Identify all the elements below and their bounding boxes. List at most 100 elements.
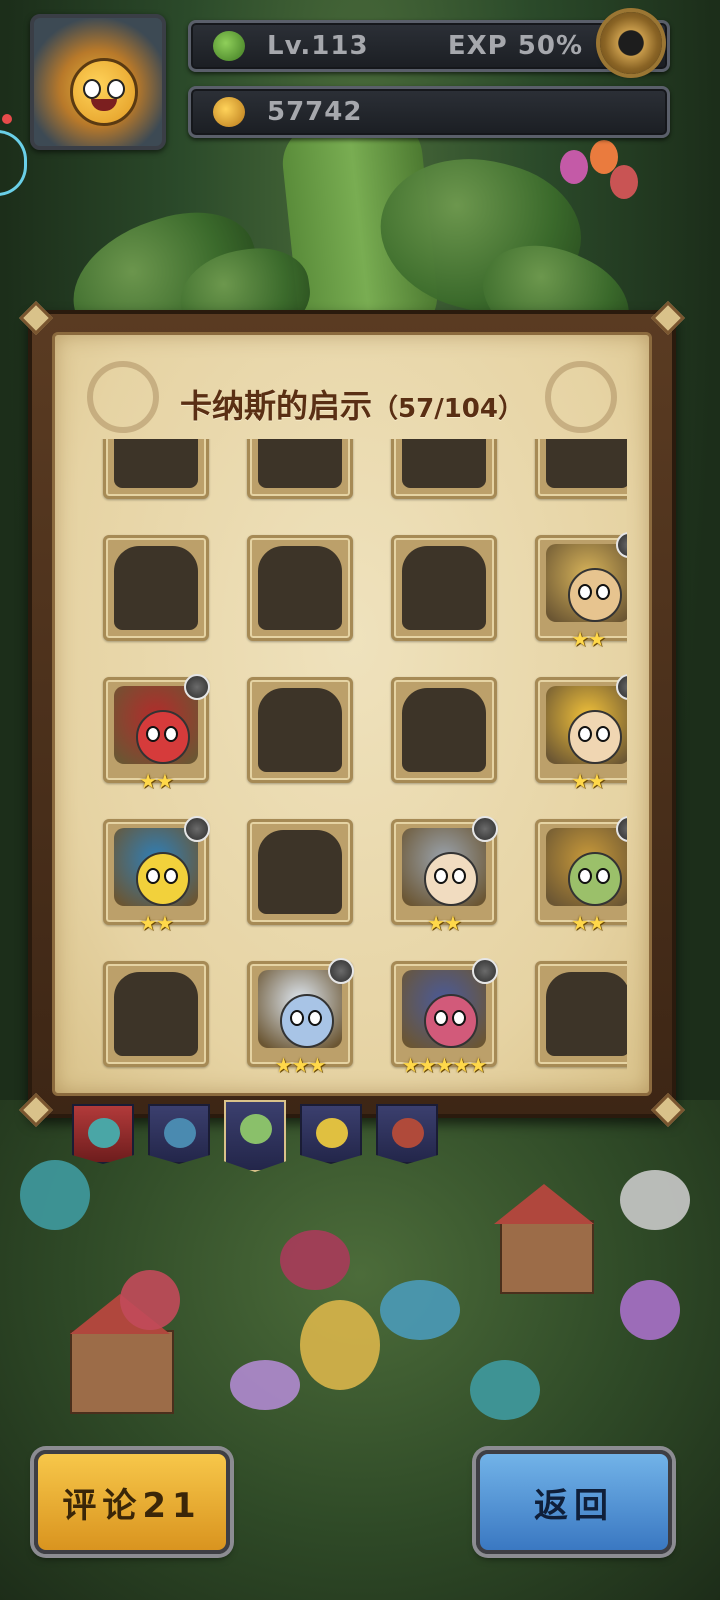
exp-label: EXP 50% [447,31,583,61]
collection-grid[interactable]: ★★ ★★ ★★ ★★ ★★ ★★ ★★★ ★★★★★ [91,439,627,1079]
monster-silhouette [402,546,486,630]
star-rating: ★★★★★ [401,1053,488,1077]
monster-card[interactable]: ★★ [535,816,627,934]
monster-silhouette [258,546,342,630]
monster [620,1280,680,1340]
monster-portrait [114,686,198,764]
parchment: 卡纳斯的启示（57/104） ★★ ★★ ★★ ★★ ★★ ★★ ★★★ ★★★★★ [52,332,652,1096]
locked-monster-slot[interactable] [103,961,209,1067]
monster-silhouette [114,546,198,630]
avatar-mouth [91,99,117,111]
avatar-eye [107,79,125,99]
locked-monster-slot[interactable] [247,535,353,641]
monster-portrait [402,828,486,906]
element-badge-icon [472,816,498,842]
star-rating: ★★★ [274,1053,327,1077]
currency-bar: 57742 [188,86,670,138]
monster [280,1230,350,1290]
category-tabs [72,1100,442,1174]
monster-silhouette [402,688,486,772]
monster [620,1170,690,1230]
monster-face [424,994,478,1048]
collection-panel: 卡纳斯的启示（57/104） ★★ ★★ ★★ ★★ ★★ ★★ ★★★ ★★★★★ [19,301,685,1127]
monster-portrait [114,828,198,906]
locked-monster-slot[interactable] [103,439,209,499]
balloon [560,150,588,184]
monster-face [568,710,622,764]
monster-card[interactable]: ★★★★★ [391,958,498,1076]
locked-monster-slot[interactable] [535,439,627,499]
level-label: Lv.113 [267,31,369,61]
monster-card[interactable]: ★★ [391,816,498,934]
star-rating: ★★ [571,911,606,935]
house [70,1330,174,1414]
back-button[interactable]: 返回 [476,1450,672,1554]
monster-card[interactable]: ★★ [103,674,210,792]
monster-silhouette [114,439,198,488]
monster-icon [240,1114,272,1144]
monster-icon [316,1118,348,1148]
monster-silhouette [258,439,342,488]
comment-button[interactable]: 评论21 [34,1450,230,1554]
monster-silhouette [114,972,198,1056]
monster-icon [164,1118,196,1148]
monster-card[interactable]: ★★ [535,674,627,792]
monster-portrait [546,544,627,622]
avatar-eye [83,79,101,99]
collection-title: 卡纳斯的启示（57/104） [55,381,649,427]
tab-category-4[interactable] [300,1104,362,1164]
monster-portrait [546,828,627,906]
acorn-currency-icon [213,97,245,127]
monster-silhouette [546,972,627,1056]
star-rating: ★★ [571,769,606,793]
house [500,1220,594,1294]
monster-silhouette [258,688,342,772]
star-rating: ★★ [427,911,462,935]
monster-face [424,852,478,906]
monster-card[interactable]: ★★★ [247,958,354,1076]
locked-monster-slot[interactable] [535,961,627,1067]
element-badge-icon [184,816,210,842]
level-bar: Lv.113 EXP 50% [188,20,670,72]
monster-card[interactable]: ★★ [103,816,210,934]
locked-monster-slot[interactable] [247,677,353,783]
monster-face [568,568,622,622]
currency-amount: 57742 [267,97,363,127]
monster-silhouette [402,439,486,488]
monster-face [568,852,622,906]
monster-face [280,994,334,1048]
locked-monster-slot[interactable] [247,439,353,499]
house-roof [494,1184,594,1224]
golden-statue [300,1300,380,1390]
avatar-face [70,58,138,126]
locked-monster-slot[interactable] [391,535,497,641]
tab-category-5[interactable] [376,1104,438,1164]
settings-gear-icon[interactable] [594,6,668,80]
monster-card[interactable]: ★★ [535,532,627,650]
monster [230,1360,300,1410]
monster-portrait [402,970,486,1048]
locked-monster-slot[interactable] [391,439,497,499]
locked-monster-slot[interactable] [391,677,497,783]
monster-silhouette [258,830,342,914]
element-badge-icon [472,958,498,984]
tab-category-3[interactable] [224,1100,286,1172]
collection-count: （57/104） [372,394,524,424]
locked-monster-slot[interactable] [103,535,209,641]
tab-category-2[interactable] [148,1104,210,1164]
monster-face [136,710,190,764]
monster [380,1280,460,1340]
element-badge-icon [328,958,354,984]
balloon [610,165,638,199]
locked-monster-slot[interactable] [247,819,353,925]
tab-category-1[interactable] [72,1104,134,1164]
collection-title-text: 卡纳斯的启示 [180,387,373,425]
element-badge-icon [184,674,210,700]
notification-dot [2,114,12,124]
star-rating: ★★ [139,769,174,793]
monster [120,1270,180,1330]
monster-face [136,852,190,906]
monster-portrait [258,970,342,1048]
player-avatar[interactable] [30,14,166,150]
star-rating: ★★ [571,627,606,651]
